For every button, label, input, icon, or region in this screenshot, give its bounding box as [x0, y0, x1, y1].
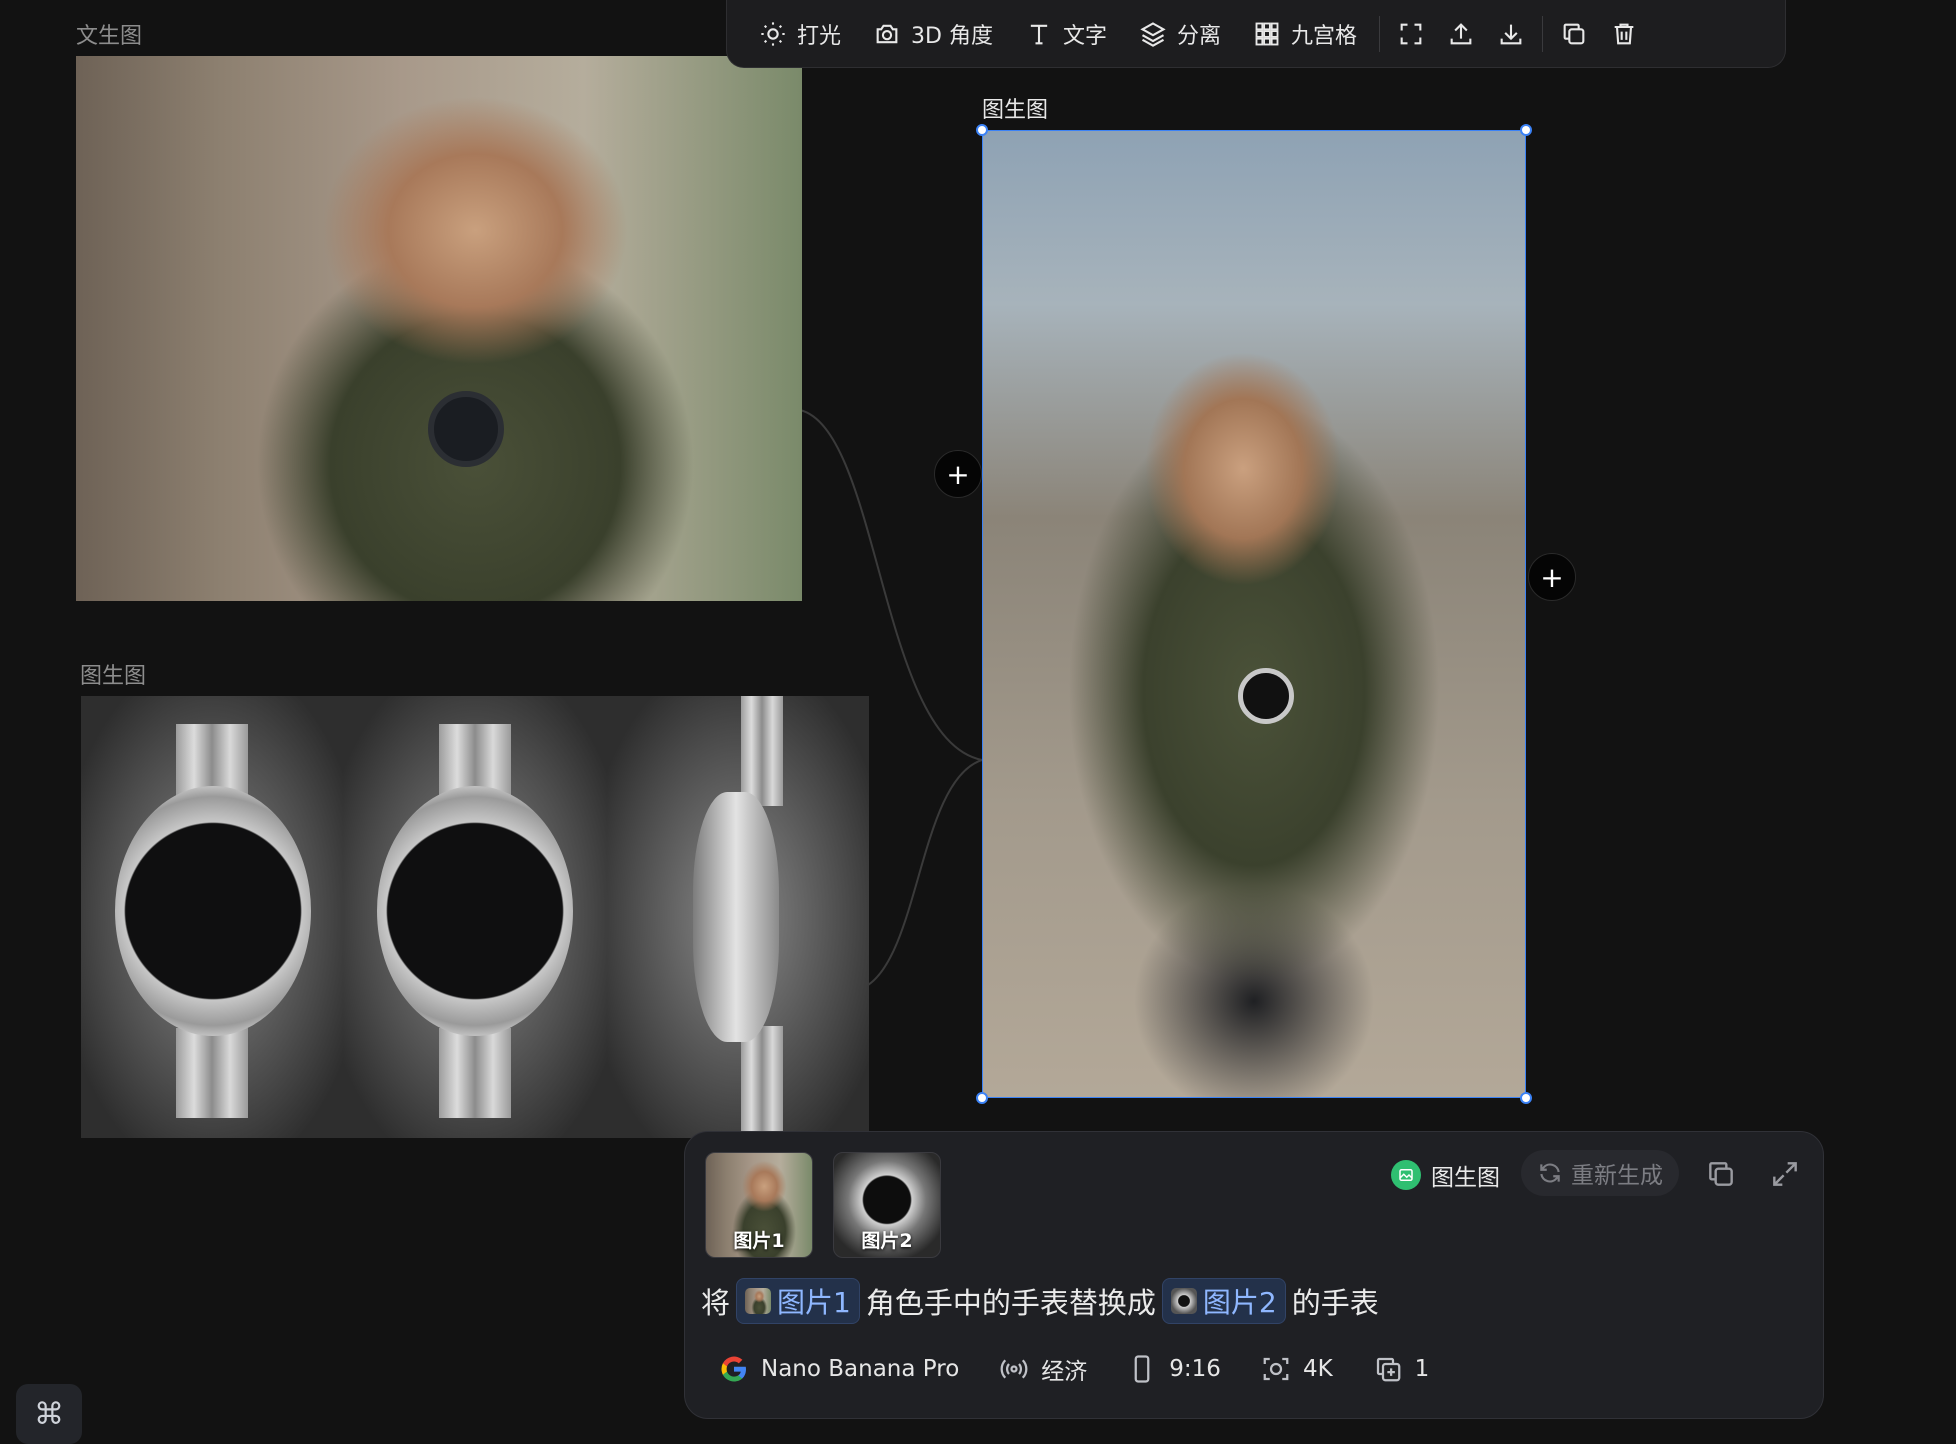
prompt-middle: 角色手中的手表替换成	[865, 1286, 1156, 1320]
upload-button[interactable]	[1436, 11, 1486, 57]
speed-label: 经济	[1041, 1359, 1088, 1385]
watch-view-side	[607, 696, 869, 1138]
focus-icon	[1263, 1357, 1289, 1381]
download-button[interactable]	[1486, 11, 1536, 57]
reference-thumb-label: 图片1	[733, 1230, 785, 1252]
fullscreen-icon	[1400, 23, 1422, 44]
reference-thumb-1[interactable]: 图片1	[705, 1152, 813, 1258]
expand-icon[interactable]	[1769, 1158, 1801, 1190]
download-icon	[1500, 24, 1522, 44]
tool-text[interactable]: 文字	[1009, 11, 1123, 57]
tool-label: 文字	[1062, 23, 1107, 49]
generation-settings: Nano Banana Pro 经济 9:16 4K 1	[719, 1352, 1429, 1386]
reference-thumb-2[interactable]: 图片2	[833, 1152, 941, 1258]
resize-handle-top-left[interactable]	[976, 124, 988, 136]
command-icon[interactable]: ⌘	[16, 1384, 82, 1444]
layers-icon	[1140, 21, 1166, 47]
image-mode-icon	[1391, 1160, 1421, 1190]
ref-chip-label: 图片1	[777, 1286, 851, 1319]
model-label: Nano Banana Pro	[761, 1356, 960, 1382]
trash-icon	[1614, 23, 1634, 44]
regenerate-button[interactable]: 重新生成	[1521, 1150, 1679, 1196]
portrait-frame-icon	[1134, 1355, 1150, 1383]
image-to-image-result-image[interactable]	[982, 130, 1526, 1098]
tool-3d-angle[interactable]: 3D 角度	[857, 11, 1009, 57]
add-output-button[interactable]: +	[1528, 553, 1576, 601]
upload-icon	[1450, 22, 1472, 44]
count-selector[interactable]: 1	[1373, 1354, 1430, 1384]
resize-handle-bottom-left[interactable]	[976, 1092, 988, 1104]
tool-label: 九宫格	[1290, 23, 1357, 49]
model-selector[interactable]: Nano Banana Pro	[719, 1354, 959, 1384]
toolbar-divider	[1379, 15, 1380, 52]
copy-icon[interactable]	[1705, 1158, 1737, 1190]
ref-chip-label: 图片2	[1202, 1286, 1277, 1319]
mode-label: 图生图	[1431, 1165, 1500, 1191]
aspect-ratio-label: 9:16	[1169, 1356, 1221, 1382]
prompt-ref-chip-2[interactable]: 图片2	[1161, 1278, 1286, 1324]
sun-icon	[761, 21, 785, 46]
mode-indicator[interactable]: 图生图	[1391, 1158, 1500, 1192]
fullscreen-button[interactable]	[1386, 11, 1436, 57]
reference-thumb-label: 图片2	[861, 1230, 913, 1252]
tool-grid[interactable]: 九宫格	[1237, 11, 1373, 57]
watch-on-wrist	[428, 391, 504, 467]
resize-handle-bottom-right[interactable]	[1520, 1092, 1532, 1104]
count-label: 1	[1414, 1356, 1430, 1382]
prompt-panel: 图片1 图片2 图生图 重新生成 将 图片1 角色手中的手表替换成 图片2 的手…	[684, 1131, 1824, 1419]
refresh-icon	[1540, 1163, 1560, 1183]
prompt-ref-chip-1[interactable]: 图片1	[736, 1278, 860, 1324]
text-icon	[1030, 24, 1048, 44]
regenerate-label: 重新生成	[1571, 1163, 1663, 1189]
resolution-selector[interactable]: 4K	[1261, 1354, 1333, 1384]
prompt-prefix: 将	[701, 1286, 731, 1320]
add-input-button[interactable]: +	[934, 450, 982, 498]
watch-view-front	[81, 696, 343, 1138]
node-toolbar: 打光 3D 角度 文字 分离 九宫格	[726, 0, 1786, 68]
replaced-watch	[1238, 668, 1294, 724]
watch-view-angle	[343, 696, 607, 1138]
prompt-suffix: 的手表	[1291, 1286, 1379, 1320]
aspect-ratio-selector[interactable]: 9:16	[1127, 1354, 1221, 1384]
camera-icon	[876, 24, 898, 43]
prompt-input[interactable]: 将 图片1 角色手中的手表替换成 图片2 的手表	[701, 1278, 1379, 1324]
tool-label: 打光	[797, 23, 842, 49]
text-to-image-result-image[interactable]	[76, 56, 802, 601]
tool-separate[interactable]: 分离	[1123, 11, 1237, 57]
google-logo-icon	[721, 1356, 746, 1382]
delete-button[interactable]	[1599, 11, 1649, 57]
add-copy-icon	[1376, 1357, 1401, 1382]
speed-selector[interactable]: 经济	[999, 1352, 1087, 1386]
ref-chip-thumb	[745, 1288, 772, 1314]
grid-icon	[1255, 22, 1279, 45]
copy-icon	[1563, 23, 1585, 44]
toolbar-divider	[1542, 15, 1543, 52]
duplicate-button[interactable]	[1549, 11, 1599, 57]
resize-handle-top-right[interactable]	[1520, 124, 1532, 136]
watch-reference-image[interactable]	[81, 696, 869, 1138]
signal-icon	[1000, 1359, 1028, 1379]
tool-label: 分离	[1176, 23, 1221, 49]
tool-lighting[interactable]: 打光	[743, 11, 857, 57]
ref-chip-thumb	[1170, 1288, 1197, 1314]
resolution-label: 4K	[1302, 1356, 1333, 1382]
tool-label: 3D 角度	[911, 23, 993, 49]
